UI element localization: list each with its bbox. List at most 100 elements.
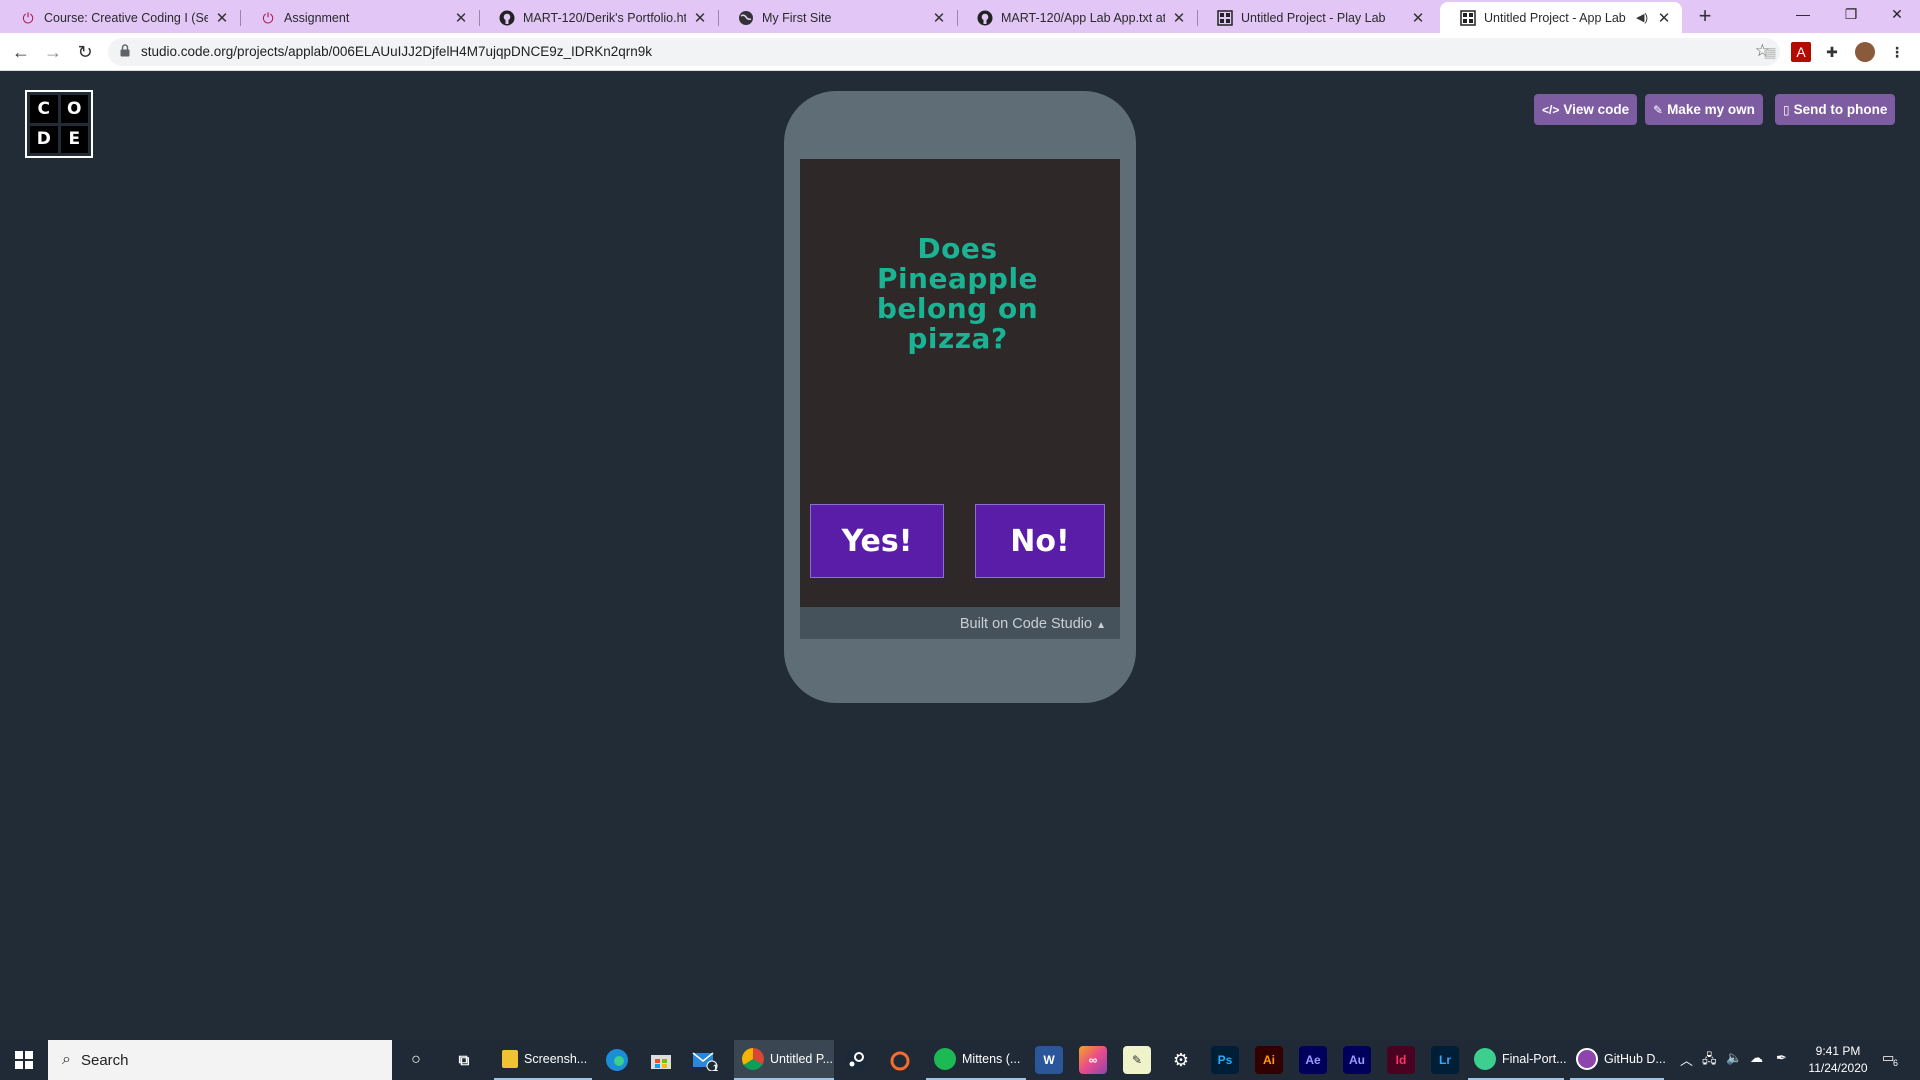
reload-button[interactable]: ↻ [73, 40, 97, 64]
edit-icon: ✎ [1653, 102, 1664, 117]
word-icon[interactable]: W [1035, 1046, 1063, 1074]
file-explorer-icon [502, 1050, 518, 1068]
cortana-icon[interactable]: ○ [402, 1046, 430, 1074]
new-tab-button[interactable]: + [1694, 4, 1716, 28]
extension-icon[interactable]: ▦ [1760, 42, 1780, 62]
close-tab-icon[interactable]: ✕ [214, 9, 230, 27]
taskbar-app-file-explorer[interactable]: Screensh... [494, 1040, 592, 1080]
edge-icon[interactable] [603, 1046, 631, 1074]
windows-logo-icon [15, 1051, 33, 1069]
taskbar-app-label: Untitled P... [770, 1052, 834, 1066]
taskbar-app-label: GitHub D... [1604, 1052, 1666, 1066]
browser-tab-strip: ⏻ Course: Creative Coding I (Sect: 5 ✕ ⏻… [0, 0, 1920, 33]
lr-badge: Lr [1439, 1053, 1451, 1067]
restore-button[interactable]: ❐ [1828, 0, 1874, 30]
close-tab-icon[interactable]: ✕ [1410, 9, 1426, 27]
built-on-label: Built on Code Studio [959, 616, 1093, 632]
onedrive-icon[interactable]: ☁ [1750, 1050, 1763, 1066]
forward-button[interactable]: → [41, 40, 65, 64]
close-tab-icon[interactable]: ✕ [931, 9, 947, 27]
show-hidden-icons[interactable]: ︿ [1680, 1050, 1693, 1069]
view-code-button[interactable]: </> View code [1534, 94, 1638, 125]
spotify-icon [934, 1048, 956, 1070]
tab-app-lab-active[interactable]: Untitled Project - App Lab ◀) ✕ [1440, 2, 1682, 33]
taskbar-app-label: Final-Port... [1502, 1052, 1567, 1066]
code-brackets-icon: </> [1542, 102, 1560, 117]
id-badge: Id [1395, 1053, 1407, 1067]
phone-icon: ▯ [1783, 102, 1790, 117]
caret-up-icon: ▲ [1096, 620, 1106, 631]
globe-icon [738, 10, 754, 26]
tab-derik-portfolio[interactable]: MART-120/Derik's Portfolio.html ✕ [479, 2, 718, 33]
close-tab-icon[interactable]: ✕ [453, 9, 469, 27]
tab-app-lab-txt[interactable]: MART-120/App Lab App.txt at m ✕ [957, 2, 1197, 33]
make-my-own-button[interactable]: ✎ Make my own [1645, 94, 1763, 125]
tab-assignment[interactable]: ⏻ Assignment ✕ [240, 2, 479, 33]
notepad-app-icon[interactable]: ✎ [1123, 1046, 1151, 1074]
tab-play-lab[interactable]: Untitled Project - Play Lab ✕ [1197, 2, 1436, 33]
taskbar-app-label: Mittens (... [962, 1052, 1021, 1066]
tab-title: Untitled Project - App Lab [1484, 10, 1626, 25]
origin-icon[interactable] [886, 1046, 914, 1074]
built-on-code-studio-link[interactable]: Built on Code Studio ▲ [960, 616, 1106, 632]
close-window-button[interactable]: ✕ [1874, 0, 1920, 30]
code-org-icon [1217, 9, 1233, 26]
web-app-icon [1474, 1048, 1496, 1070]
tab-title: MART-120/Derik's Portfolio.html [523, 10, 686, 25]
audio-playing-icon[interactable]: ◀) [1634, 11, 1650, 24]
mail-icon[interactable]: 1 [691, 1046, 719, 1074]
taskbar-app-chrome[interactable]: Untitled P... [734, 1040, 834, 1080]
github-desktop-icon [1576, 1048, 1598, 1070]
clock-time: 9:41 PM [1815, 1044, 1861, 1058]
pen-ink-icon[interactable]: ✒ [1776, 1050, 1787, 1066]
taskbar-app-spotify[interactable]: Mittens (... [926, 1040, 1026, 1080]
clock-date: 11/24/2020 [1808, 1061, 1868, 1075]
close-tab-icon[interactable]: ✕ [1656, 9, 1672, 27]
url-text: studio.code.org/projects/applab/006ELAUu… [141, 44, 653, 59]
profile-avatar[interactable] [1855, 42, 1875, 62]
notifications-icon[interactable]: ▭ 6 [1882, 1050, 1898, 1068]
logo-letter: C [30, 95, 58, 123]
address-bar[interactable]: studio.code.org/projects/applab/006ELAUu… [108, 38, 1780, 66]
obs-icon[interactable]: ⚙ [1167, 1046, 1195, 1074]
task-view-icon[interactable]: ⧉ [450, 1046, 478, 1074]
audition-icon[interactable]: Au [1343, 1046, 1371, 1074]
taskbar-app-github-desktop[interactable]: GitHub D... [1570, 1040, 1666, 1080]
close-tab-icon[interactable]: ✕ [1171, 9, 1187, 27]
adobe-acrobat-icon[interactable]: A [1791, 42, 1811, 62]
taskbar-app-final-portfolio[interactable]: Final-Port... [1468, 1040, 1567, 1080]
app-footer: Built on Code Studio ▲ [800, 607, 1120, 639]
puzzle-extensions-icon[interactable]: ✚ [1822, 42, 1842, 62]
lightroom-icon[interactable]: Lr [1431, 1046, 1459, 1074]
more-menu-icon[interactable]: ⋮ [1887, 42, 1907, 62]
start-button[interactable] [0, 1040, 48, 1080]
logo-letter: O [60, 95, 88, 123]
volume-icon[interactable]: 🔈 [1726, 1050, 1742, 1066]
tab-title: My First Site [762, 10, 832, 25]
github-icon [499, 10, 515, 26]
indesign-icon[interactable]: Id [1387, 1046, 1415, 1074]
ps-badge: Ps [1217, 1053, 1233, 1067]
system-clock[interactable]: 9:41 PM 11/24/2020 [1802, 1043, 1874, 1077]
send-to-phone-button[interactable]: ▯ Send to phone [1775, 94, 1896, 125]
after-effects-icon[interactable]: Ae [1299, 1046, 1327, 1074]
back-button[interactable]: ← [9, 40, 33, 64]
no-button[interactable]: No! [975, 504, 1105, 578]
windows-taskbar: ⌕ Search ○ ⧉ Screensh... 1 Untitled P...… [0, 1040, 1920, 1080]
creative-cloud-icon[interactable]: ∞ [1079, 1046, 1107, 1074]
yes-button[interactable]: Yes! [810, 504, 944, 578]
photoshop-icon[interactable]: Ps [1211, 1046, 1239, 1074]
tab-course-creative-coding[interactable]: ⏻ Course: Creative Coding I (Sect: 5 ✕ [0, 2, 240, 33]
code-org-logo[interactable]: C O D E [25, 90, 93, 158]
taskbar-search[interactable]: ⌕ Search [48, 1040, 392, 1080]
minimize-button[interactable]: — [1780, 0, 1826, 30]
tab-my-first-site[interactable]: My First Site ✕ [718, 2, 957, 33]
illustrator-icon[interactable]: Ai [1255, 1046, 1283, 1074]
network-icon[interactable]: 🖧 [1702, 1050, 1717, 1072]
steam-icon[interactable] [842, 1046, 870, 1074]
question-text: Does Pineapple belong on pizza? [876, 232, 1039, 355]
tab-title: Course: Creative Coding I (Sect: 5 [44, 10, 208, 25]
close-tab-icon[interactable]: ✕ [692, 9, 708, 27]
mail-badge: 1 [712, 1063, 718, 1073]
store-icon[interactable] [647, 1046, 675, 1074]
